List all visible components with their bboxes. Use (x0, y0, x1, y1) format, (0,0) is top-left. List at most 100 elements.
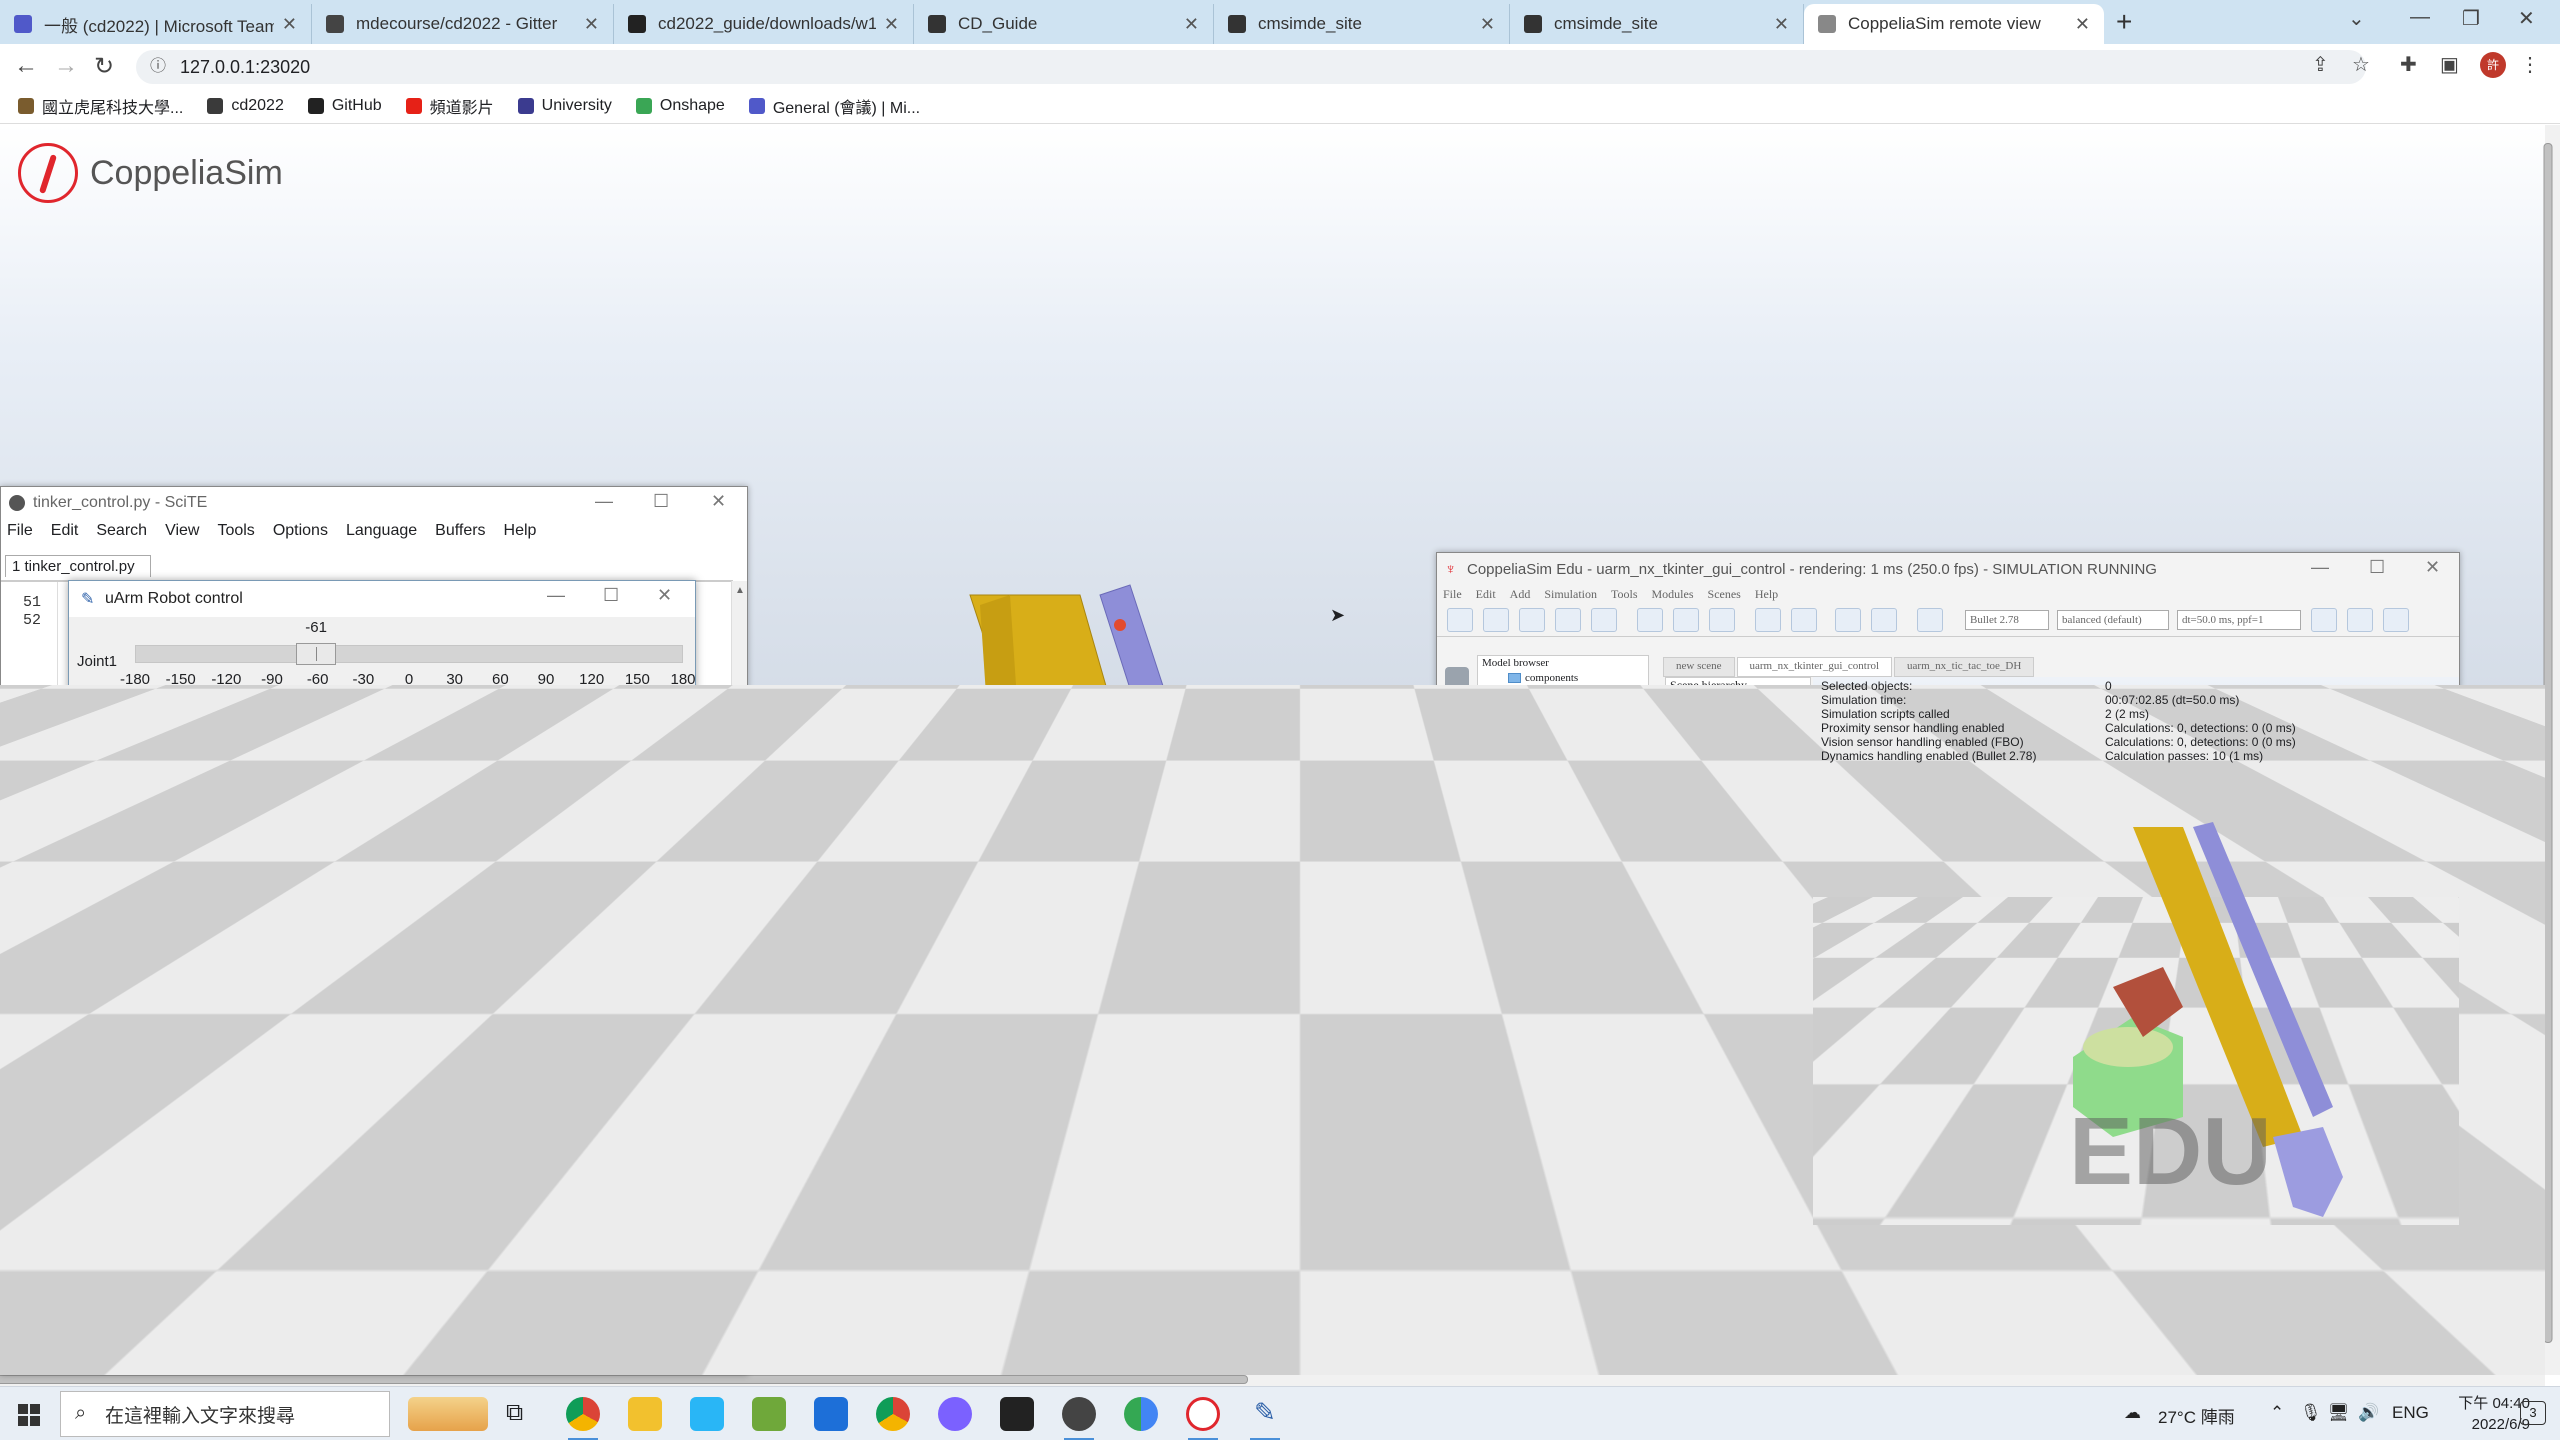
tray-overflow-icon[interactable]: ⌃ (2270, 1403, 2284, 1423)
camera-pan-icon[interactable] (1447, 608, 1473, 632)
scite-menu-item[interactable]: File (7, 522, 33, 540)
scene-hierarchy-item[interactable]: joint2 (1738, 822, 1766, 837)
model-folder-item[interactable]: tools (1508, 878, 1546, 894)
tab-close-icon[interactable]: ✕ (2075, 14, 2090, 35)
scite-file-tab[interactable]: 1 tinker_control.py (5, 555, 151, 577)
python-feather-icon[interactable]: ✎ (1248, 1397, 1282, 1431)
scene-hierarchy-item[interactable]: joint1_ (1726, 806, 1760, 821)
bookmark-item[interactable]: GitHub (307, 97, 382, 115)
scite-menu-item[interactable]: Edit (51, 522, 79, 540)
scite-menu-item[interactable]: Tools (217, 522, 254, 540)
bookmark-item[interactable]: University (517, 97, 612, 115)
joint-slider-thumb[interactable] (242, 795, 283, 817)
scite-menu-item[interactable]: Help (504, 522, 537, 540)
camera-angle-icon[interactable] (1555, 608, 1581, 632)
tab-close-icon[interactable]: ✕ (1184, 14, 1199, 35)
tab-close-icon[interactable]: ✕ (584, 14, 599, 35)
uarm-control-window[interactable]: ✎ uArm Robot control — ☐ ✕ -61 Joint1 -180… (68, 580, 696, 1244)
scite-title-bar[interactable]: tinker_control.py - SciTE — ☐ ✕ (1, 487, 747, 519)
edu-3d-viewport[interactable]: Selected objects: Simulation time: Simulat… (1813, 677, 2459, 1225)
menu-icon[interactable]: ⋮ (2520, 52, 2540, 77)
scite-menu-item[interactable]: Buffers (435, 522, 485, 540)
custom-ui-minimize-button[interactable]: — (1715, 943, 1733, 964)
pause-simulation-icon[interactable] (2347, 608, 2373, 632)
chrome-canary-icon[interactable] (1124, 1397, 1158, 1431)
model-folder-item[interactable]: infrastructure (1508, 750, 1584, 766)
joint-slider-track[interactable] (135, 645, 683, 663)
model-folder-item[interactable]: equipment (1508, 686, 1571, 702)
site-info-icon[interactable]: ⓘ (150, 50, 166, 84)
joint-slider-track[interactable] (135, 797, 683, 815)
object-rotate-icon[interactable] (1709, 608, 1735, 632)
model-folder-item[interactable]: non-mobile (1530, 862, 1618, 878)
store-icon[interactable] (814, 1397, 848, 1431)
custom-ui-dialog[interactable]: ♆ Custom UI — ☐ ✕ This is a demo of the … (1502, 938, 1804, 1306)
edu-menu-item[interactable]: Edit (1476, 587, 1496, 602)
taskbar-clock[interactable]: 下午 04:40 2022/6/9 (2440, 1393, 2530, 1435)
windows-start-icon[interactable] (18, 1404, 40, 1426)
uarm-title-bar[interactable]: ✎ uArm Robot control — ☐ ✕ (69, 581, 695, 617)
browser-tab[interactable]: cmsimde_site ✕ (1510, 4, 1804, 44)
theta-slider-thumb[interactable] (1681, 1213, 1694, 1227)
browser-tab[interactable]: 一般 (cd2022) | Microsoft Teams ✕ (0, 4, 312, 44)
assemble-icon[interactable] (1755, 608, 1781, 632)
scene-hierarchy[interactable]: Scene hierarchy uarm_nx_tkinter_g Default… (1665, 677, 1811, 917)
edu-close-button[interactable]: ✕ (2425, 557, 2440, 578)
custom-ui-title-bar[interactable]: ♆ Custom UI — ☐ ✕ (1503, 939, 1803, 969)
layers-icon[interactable] (1445, 775, 1469, 799)
physics-engine-select[interactable]: Bullet 2.78 (1965, 610, 2049, 630)
scene-hierarchy-item[interactable]: base (1700, 774, 1721, 789)
profile-avatar[interactable]: 許 (2480, 52, 2506, 78)
scite-maximize-button[interactable]: ☐ (653, 491, 669, 512)
tab-close-icon[interactable]: ✕ (1774, 14, 1789, 35)
close-browser-button[interactable]: ✕ (2518, 6, 2535, 31)
uarm-close-button[interactable]: ✕ (657, 585, 672, 606)
tab-numeric[interactable]: Numeric (1513, 1035, 1577, 1055)
timestep-select[interactable]: dt=50.0 ms, ppf=1 (2177, 610, 2301, 630)
weather-icon[interactable]: ☁ (2124, 1403, 2141, 1423)
bookmark-item[interactable]: 頻道影片 (405, 94, 494, 118)
dynamics-icon[interactable] (1917, 608, 1943, 632)
model-folder-item[interactable]: furniture (1508, 718, 1563, 734)
model-folder-item[interactable]: vehicles (1508, 894, 1561, 910)
address-bar[interactable]: ⓘ 127.0.0.1:23020 (136, 50, 2366, 84)
scite-output-pane[interactable]: 0 : -57 0 : -58 0 : -59 0 : -60 0 : -61 (441, 1241, 727, 1361)
minecraft-icon[interactable] (752, 1397, 786, 1431)
fit-to-view-icon[interactable] (1591, 608, 1617, 632)
theta-slider[interactable] (1528, 1218, 1788, 1222)
model-folder-item[interactable]: household (1508, 734, 1570, 750)
model-folder-item[interactable]: other (1508, 798, 1548, 814)
task-view-icon[interactable]: ⧉ (500, 1397, 534, 1431)
video-recorder-icon[interactable] (1445, 811, 1469, 835)
model-folder-item[interactable]: examples (1508, 702, 1567, 718)
scene-tab[interactable]: new scene (1663, 657, 1735, 677)
connect-button[interactable]: To connect (439, 849, 529, 877)
side-panel-icon[interactable]: ▣ (2440, 52, 2459, 77)
scite-minimize-button[interactable]: — (595, 491, 613, 512)
scene-tab[interactable]: uarm_nx_tic_tac_toe_DH (1894, 657, 2035, 677)
model-folder-item[interactable]: nature (1508, 766, 1552, 782)
weather-text[interactable]: 27°C 陣雨 (2158, 1403, 2235, 1428)
edu-menu-item[interactable]: Tools (1611, 587, 1638, 602)
notification-center-icon[interactable]: 3 (2520, 1401, 2546, 1425)
engine-accuracy-select[interactable]: balanced (default) (2057, 610, 2169, 630)
file-explorer-icon[interactable] (628, 1397, 662, 1431)
scene-hierarchy-item[interactable]: DefaultLigh (1700, 742, 1759, 757)
simulation-settings-icon[interactable] (1445, 667, 1469, 691)
volume-icon[interactable]: 🔊 (2358, 1403, 2379, 1423)
tab-search-icon[interactable]: ⌄ (2348, 6, 2365, 31)
edu-maximize-button[interactable]: ☐ (2369, 557, 2385, 578)
scite-menu-item[interactable]: Options (273, 522, 328, 540)
undo-icon[interactable] (1835, 608, 1861, 632)
reload-icon[interactable]: ↻ (94, 52, 114, 81)
scite-close-button[interactable]: ✕ (711, 491, 726, 512)
browser-tab[interactable]: CoppeliaSim remote view ✕ (1804, 4, 2104, 44)
minimize-button[interactable]: — (2410, 6, 2430, 29)
bookmark-item[interactable]: Onshape (635, 97, 725, 115)
user-settings-icon[interactable] (1445, 847, 1469, 871)
transfer-dna-icon[interactable] (1791, 608, 1817, 632)
chrome-profile-icon[interactable] (876, 1397, 910, 1431)
camera-rotate-icon[interactable] (1483, 608, 1509, 632)
start-simulation-icon[interactable] (2311, 608, 2337, 632)
scene-hierarchy-item[interactable]: XYZCamer (1700, 726, 1757, 741)
